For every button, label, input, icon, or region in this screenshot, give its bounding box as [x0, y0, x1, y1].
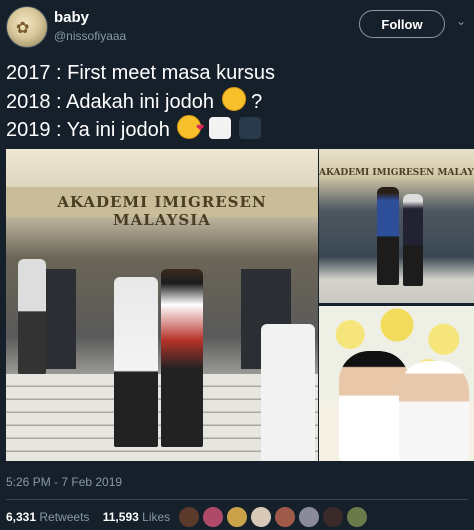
retweets-count[interactable]: 6,331 [6, 510, 36, 524]
academy-sign-text: AKADEMI IMIGRESEN MALAYSIA [57, 193, 267, 229]
liker-avatar[interactable] [202, 506, 224, 528]
follow-button[interactable]: Follow [359, 10, 445, 38]
woman-figure [114, 277, 158, 447]
passerby-figure [261, 324, 315, 461]
liker-avatar[interactable] [346, 506, 368, 528]
tweet-stats: 6,331 Retweets 11,593 Likes [6, 510, 170, 524]
man-figure [377, 187, 399, 285]
photo-grid: AKADEMI IMIGRESEN MALAYSIA AKADEMI IMIGR… [6, 149, 474, 461]
bride-figure [399, 361, 469, 461]
chevron-down-icon[interactable]: ⌄ [456, 14, 466, 28]
photo-couple-2018[interactable]: AKADEMI IMIGRESEN MALAYSIA [319, 149, 474, 303]
photo-wedding-2019[interactable] [319, 306, 474, 461]
tweet-line-2: 2018 : Adakah ini jodoh ? [6, 86, 466, 116]
liker-avatar[interactable] [250, 506, 272, 528]
liker-avatar[interactable] [274, 506, 296, 528]
tweet-header: ✿ baby @nissofiyaaa Follow ⌄ [0, 0, 474, 56]
retweets-label[interactable]: Retweets [39, 510, 89, 524]
liker-avatar[interactable] [226, 506, 248, 528]
tweet-line-1: 2017 : First meet masa kursus [6, 60, 466, 87]
background-person-figure [18, 259, 46, 374]
liker-avatar[interactable] [298, 506, 320, 528]
man-in-tuxedo-icon [238, 117, 261, 139]
divider [6, 499, 468, 500]
bride-with-veil-icon [208, 117, 231, 139]
avatar-flower-icon: ✿ [16, 20, 30, 37]
tweet-text: 2017 : First meet masa kursus 2018 : Ada… [6, 60, 466, 144]
liker-avatar[interactable] [322, 506, 344, 528]
tweet-line-3-text: 2019 : Ya ini jodoh [6, 119, 170, 141]
user-handle[interactable]: @nissofiyaaa [54, 29, 126, 43]
tweet-line-1-text: 2017 : First meet masa kursus [6, 62, 275, 84]
tweet-line-2-text: 2018 : Adakah ini jodoh [6, 90, 214, 113]
display-name[interactable]: baby [54, 9, 89, 26]
tweet-line-2-suffix: ? [245, 90, 263, 113]
man-figure [161, 269, 203, 447]
tweet-timestamp[interactable]: 5:26 PM - 7 Feb 2019 [6, 475, 122, 489]
tweet-line-3: 2019 : Ya ini jodoh [6, 115, 466, 144]
likes-label[interactable]: Likes [142, 510, 170, 524]
photo-academy-entrance[interactable]: AKADEMI IMIGRESEN MALAYSIA [6, 149, 318, 461]
relieved-face-icon [221, 86, 246, 111]
liker-avatar[interactable] [178, 506, 200, 528]
likes-count[interactable]: 11,593 [103, 510, 139, 524]
small-academy-sign-text: AKADEMI IMIGRESEN MALAYSIA [319, 168, 474, 178]
woman-figure [403, 194, 423, 286]
avatar[interactable]: ✿ [6, 6, 48, 48]
smiling-face-with-hearts-icon [177, 115, 204, 142]
